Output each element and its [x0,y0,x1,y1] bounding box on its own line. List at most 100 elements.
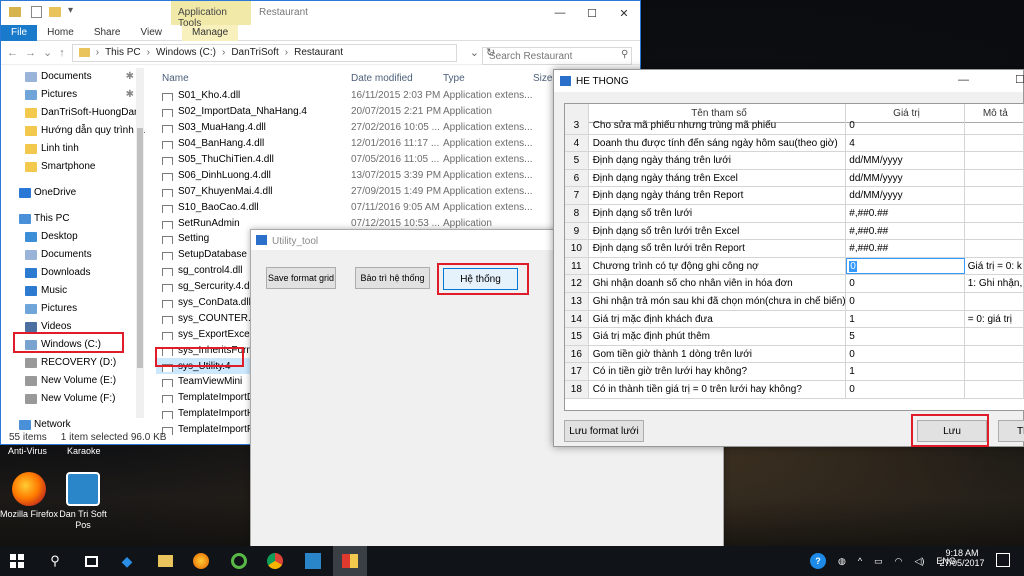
address-dropdown-icon[interactable]: ⌄ [470,46,479,59]
description-cell[interactable]: = 0: giá trị [965,310,1024,328]
notifications-icon[interactable] [996,553,1010,567]
breadcrumb-this-pc[interactable]: This PC [105,47,141,58]
desktop-label-antivirus[interactable]: Anti-Virus [8,446,47,456]
description-cell[interactable] [965,292,1024,310]
nav-item[interactable]: Pictures [1,300,148,318]
grid-row[interactable]: 18 Có in thành tiền giá trị = 0 trên lưới… [565,380,1024,399]
dantrisoft-taskbar-icon[interactable] [296,546,330,576]
properties-icon[interactable] [31,6,42,18]
value-cell[interactable]: 5 [846,328,965,345]
maximize-button[interactable]: ☐ [1015,73,1024,86]
nav-item[interactable]: Pictures ✱ [1,86,148,104]
description-cell[interactable]: 1: Ghi nhận, [965,275,1024,292]
back-arrow-icon[interactable]: ← [7,47,18,59]
desktop-icon-firefox[interactable]: Mozilla Firefox [0,472,58,520]
clock[interactable]: 9:18 AM 27/05/2017 [934,548,990,568]
breadcrumb-restaurant[interactable]: Restaurant [294,47,343,58]
save-grid-format-button[interactable]: Lưu format lưới [564,420,644,442]
param-name-cell[interactable]: Định dạng ngày tháng trên Excel [589,169,847,187]
param-name-cell[interactable]: Ghi nhận doanh số cho nhân viên in hóa đ… [589,275,847,292]
param-name-cell[interactable]: Định dạng số trên lưới trên Report [589,240,847,257]
description-cell[interactable] [965,169,1024,187]
breadcrumb-dantrisoft[interactable]: DanTriSoft [231,47,278,58]
param-name-cell[interactable]: Có in thành tiền giá trị = 0 trên lưới h… [589,380,847,398]
description-cell[interactable] [965,222,1024,240]
address-bar[interactable]: › This PC › Windows (C:) › DanTriSoft › Res… [71,43,457,62]
tab-view[interactable]: View [131,27,173,38]
description-cell[interactable] [965,134,1024,152]
nav-item[interactable]: RECOVERY (D:) [1,354,148,372]
grid-row[interactable]: 12 Ghi nhận doanh số cho nhân viên in hóa… [565,275,1024,293]
qat-dropdown-icon[interactable]: ▾ [68,5,73,16]
new-folder-icon[interactable] [49,7,61,17]
search-icon[interactable]: ⚲ [38,546,72,576]
forward-arrow-icon[interactable]: → [25,47,36,59]
file-explorer-taskbar-icon[interactable] [148,546,182,576]
nav-item[interactable]: New Volume (F:) [1,390,148,408]
param-name-cell[interactable]: Giá trị mặc định phút thêm [589,328,847,345]
value-cell[interactable]: 4 [846,134,965,152]
nav-item[interactable]: Smartphone [1,158,148,176]
description-cell[interactable] [965,345,1024,363]
description-cell[interactable] [965,240,1024,257]
column-name[interactable]: Name [156,73,351,84]
value-cell[interactable]: dd/MM/yyyy [846,187,965,204]
minimize-button[interactable]: — [958,74,969,86]
description-cell[interactable] [965,187,1024,204]
column-size[interactable]: Size [533,73,552,84]
notification-chevron-icon[interactable]: ^ [858,556,862,566]
param-name-cell[interactable]: Chương trình có tự động ghi công nợ [589,257,847,275]
tab-share[interactable]: Share [84,27,131,38]
wifi-icon[interactable]: ◠ [895,556,903,567]
nav-item[interactable]: Documents [1,246,148,264]
value-cell[interactable]: 0 [846,292,965,310]
grid-row[interactable]: 3 Cho sửa mã phiếu nhưng trùng mã phiếu 0 [565,117,1024,135]
nav-item[interactable]: DanTriSoft-HuongDan [1,104,148,122]
value-cell[interactable]: #,##0.## [846,222,965,240]
value-cell[interactable]: 0 [846,345,965,363]
value-cell[interactable]: 0 [846,380,965,398]
tab-home[interactable]: Home [37,27,84,38]
nav-item[interactable]: This PC [1,210,148,228]
value-cell[interactable]: 1 [846,310,965,328]
value-cell[interactable]: #,##0.## [846,240,965,257]
grid-row[interactable]: 11 Chương trình có tự động ghi công nợ 0 Gi… [565,257,1024,276]
task-view-icon[interactable] [74,546,108,576]
param-name-cell[interactable]: Gom tiền giờ thành 1 dòng trên lưới [589,345,847,363]
chrome-taskbar-icon[interactable] [258,546,292,576]
value-cell[interactable]: 0 [846,275,965,292]
minimize-button[interactable]: — [544,1,576,25]
grid-row[interactable]: 9 Định dạng số trên lưới trên Excel #,##0.… [565,222,1024,241]
nav-item[interactable]: Music [1,282,148,300]
nav-scrollbar[interactable] [136,68,144,418]
recent-dropdown-icon[interactable]: ⌄ [43,46,52,59]
nav-item[interactable]: New Volume (E:) [1,372,148,390]
param-name-cell[interactable]: Giá trị mặc định khách đưa [589,310,847,328]
column-date[interactable]: Date modified [351,73,443,84]
start-button[interactable] [0,546,34,576]
up-arrow-icon[interactable]: ↑ [59,47,65,59]
param-name-cell[interactable]: Cho sửa mã phiếu nhưng trùng mã phiếu [589,117,847,134]
value-cell[interactable]: #,##0.## [846,204,965,222]
grid-row[interactable]: 13 Ghi nhận trả món sau khi đã chọn món(c… [565,292,1024,311]
value-cell[interactable]: dd/MM/yyyy [846,169,965,187]
grid-row[interactable]: 4 Doanh thu được tính đến sáng ngày hôm s… [565,134,1024,153]
desktop-label-karaoke[interactable]: Karaoke [67,446,101,456]
param-name-cell[interactable]: Doanh thu được tính đến sáng ngày hôm sa… [589,134,847,152]
system-maintenance-button[interactable]: Bảo trì hệ thống [355,267,430,289]
utility-taskbar-icon[interactable] [333,546,367,576]
value-cell-editing[interactable]: 0 [846,257,965,275]
value-cell[interactable]: 0 [846,117,965,134]
battery-icon[interactable]: ▭ [874,556,883,567]
nav-item[interactable]: Documents ✱ [1,68,148,86]
grid-row[interactable]: 10 Định dạng số trên lưới trên Report #,##… [565,240,1024,258]
firefox-taskbar-icon[interactable] [184,546,218,576]
breadcrumb-windows-c[interactable]: Windows (C:) [156,47,216,58]
grid-row[interactable]: 5 Định dạng ngày tháng trên lưới dd/MM/yyy… [565,152,1024,170]
dropbox-icon[interactable]: ◆ [110,546,144,576]
network-icon[interactable]: ◍ [838,556,846,567]
description-cell[interactable] [965,363,1024,380]
grid-row[interactable]: 15 Giá trị mặc định phút thêm 5 [565,328,1024,346]
param-name-cell[interactable]: Định dạng ngày tháng trên lưới [589,152,847,169]
grid-row[interactable]: 8 Định dạng số trên lưới #,##0.## [565,204,1024,223]
